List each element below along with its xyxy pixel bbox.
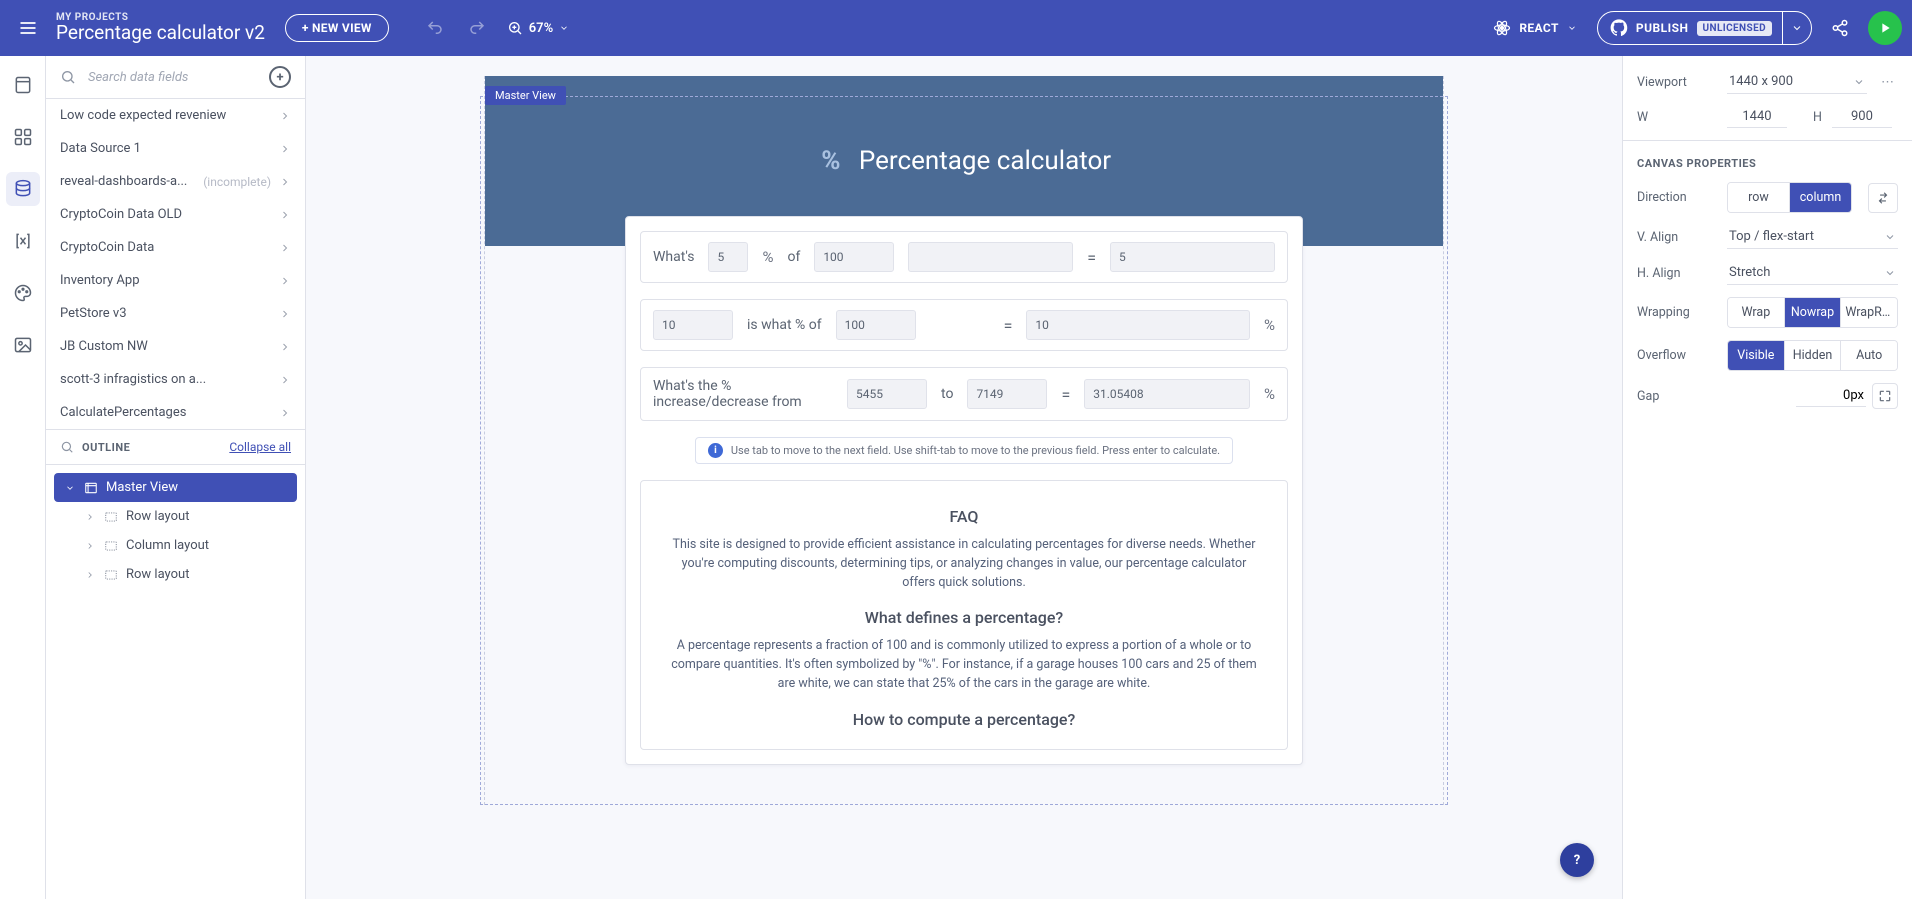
segment-option[interactable]: WrapRe... (1840, 298, 1897, 327)
redo-icon[interactable] (459, 10, 495, 46)
outline-label: OUTLINE (82, 441, 130, 454)
swap-direction-icon[interactable] (1868, 183, 1898, 213)
rail-theme-icon[interactable] (6, 276, 40, 310)
spacer-field[interactable] (908, 242, 1073, 272)
segment-option[interactable]: Auto (1840, 341, 1897, 370)
tree-node[interactable]: Row layout (74, 560, 297, 589)
collapse-all-link[interactable]: Collapse all (229, 440, 291, 454)
zoom-value: 67% (529, 21, 553, 36)
data-source-item[interactable]: Data Source 1 (46, 132, 305, 165)
share-icon[interactable] (1822, 10, 1858, 46)
data-source-item[interactable]: scott-3 infragistics on a... (46, 363, 305, 396)
segment-option[interactable]: Visible (1728, 341, 1784, 370)
properties-panel: Viewport 1440 x 900 ⋯ W H CANVAS PROPERT… (1622, 56, 1912, 899)
zoom-control[interactable]: 67% (501, 16, 575, 40)
search-icon (60, 69, 76, 85)
segment-option[interactable]: Hidden (1784, 341, 1841, 370)
hamburger-icon[interactable] (10, 10, 46, 46)
data-source-item[interactable]: JB Custom NW (46, 330, 305, 363)
height-input[interactable] (1832, 106, 1892, 128)
help-fab[interactable]: ? (1560, 843, 1594, 877)
data-source-item[interactable]: CryptoCoin Data (46, 231, 305, 264)
new-view-button[interactable]: + NEW VIEW (285, 14, 389, 42)
rail-components-icon[interactable] (6, 120, 40, 154)
calc-row-percent-of[interactable]: What's 5 % of 100 = 5 (640, 231, 1288, 283)
result-field[interactable]: 10 (1026, 310, 1250, 340)
preview-play-button[interactable] (1868, 11, 1902, 45)
input-to[interactable]: 7149 (967, 379, 1047, 409)
faq-section[interactable]: FAQ This site is designed to provide eff… (640, 480, 1288, 750)
rail-data-icon[interactable] (6, 172, 40, 206)
project-title-block: MY PROJECTS Percentage calculator v2 (56, 12, 265, 44)
tree-master-view[interactable]: Master View (54, 473, 297, 502)
rail-views-icon[interactable] (6, 68, 40, 102)
framework-selector[interactable]: REACT (1483, 13, 1587, 43)
data-source-item[interactable]: CalculatePercentages (46, 396, 305, 429)
rail-assets-icon[interactable] (6, 328, 40, 362)
data-source-item[interactable]: PetStore v3 (46, 297, 305, 330)
undo-icon[interactable] (417, 10, 453, 46)
percent-icon (817, 147, 845, 175)
overflow-segmented: VisibleHiddenAuto (1727, 340, 1898, 371)
input-percent[interactable]: 5 (708, 242, 748, 272)
gap-input[interactable] (1796, 385, 1866, 407)
outline-tree: Master View Row layoutColumn layoutRow l… (46, 465, 305, 609)
viewport-select[interactable]: 1440 x 900 (1727, 70, 1867, 94)
publish-button-group: PUBLISH UNLICENSED (1597, 11, 1812, 45)
design-canvas[interactable]: Master View Percentage calculator What's… (306, 56, 1622, 899)
segment-option[interactable]: Wrap (1728, 298, 1784, 327)
data-source-list: Low code expected reveniewData Source 1r… (46, 99, 305, 429)
halign-select[interactable]: Stretch (1727, 261, 1898, 285)
tool-rail (0, 56, 46, 899)
framework-label: REACT (1519, 21, 1559, 35)
publish-button[interactable]: PUBLISH UNLICENSED (1598, 19, 1782, 37)
add-data-source-button[interactable]: + (269, 66, 291, 88)
publish-label: PUBLISH (1636, 21, 1689, 35)
breadcrumb[interactable]: MY PROJECTS (56, 12, 265, 23)
more-icon[interactable]: ⋯ (1877, 71, 1898, 94)
valign-select[interactable]: Top / flex-start (1727, 225, 1898, 249)
data-source-item[interactable]: Low code expected reveniew (46, 99, 305, 132)
expand-gap-icon[interactable] (1872, 383, 1898, 409)
input-from[interactable]: 5455 (847, 379, 927, 409)
top-bar: MY PROJECTS Percentage calculator v2 + N… (0, 0, 1912, 56)
segment-option[interactable]: row (1728, 183, 1789, 212)
data-source-item[interactable]: Inventory App (46, 264, 305, 297)
license-badge: UNLICENSED (1697, 21, 1773, 36)
master-view-chip[interactable]: Master View (485, 86, 566, 105)
wrap-segmented: WrapNowrapWrapRe... (1727, 297, 1898, 328)
segment-option[interactable]: Nowrap (1784, 298, 1841, 327)
calc-row-increase-decrease[interactable]: What's the % increase/decrease from 5455… (640, 367, 1288, 421)
result-field[interactable]: 31.05408 (1084, 379, 1250, 409)
project-title[interactable]: Percentage calculator v2 (56, 23, 265, 44)
segment-option[interactable]: column (1789, 183, 1851, 212)
width-input[interactable] (1727, 106, 1787, 128)
info-icon: i (708, 443, 723, 458)
hint-bar: i Use tab to move to the next field. Use… (695, 437, 1233, 464)
data-source-item[interactable]: reveal-dashboards-a...(incomplete) (46, 165, 305, 198)
data-source-item[interactable]: CryptoCoin Data OLD (46, 198, 305, 231)
rail-variables-icon[interactable] (6, 224, 40, 258)
search-input[interactable] (86, 69, 259, 86)
tree-node[interactable]: Column layout (74, 531, 297, 560)
input-b[interactable]: 100 (836, 310, 916, 340)
input-a[interactable]: 10 (653, 310, 733, 340)
tree-node[interactable]: Row layout (74, 502, 297, 531)
data-panel: + Low code expected reveniewData Source … (46, 56, 306, 899)
result-field[interactable]: 5 (1110, 242, 1275, 272)
direction-segmented: rowcolumn (1727, 182, 1852, 213)
input-base[interactable]: 100 (814, 242, 894, 272)
calc-row-is-what-percent[interactable]: 10 is what % of 100 = 10 % (640, 299, 1288, 351)
search-icon (60, 440, 74, 454)
section-canvas-properties: CANVAS PROPERTIES (1637, 157, 1898, 170)
tree-master-label: Master View (106, 480, 178, 495)
app-title: Percentage calculator (859, 146, 1111, 176)
publish-dropdown[interactable] (1782, 12, 1811, 44)
